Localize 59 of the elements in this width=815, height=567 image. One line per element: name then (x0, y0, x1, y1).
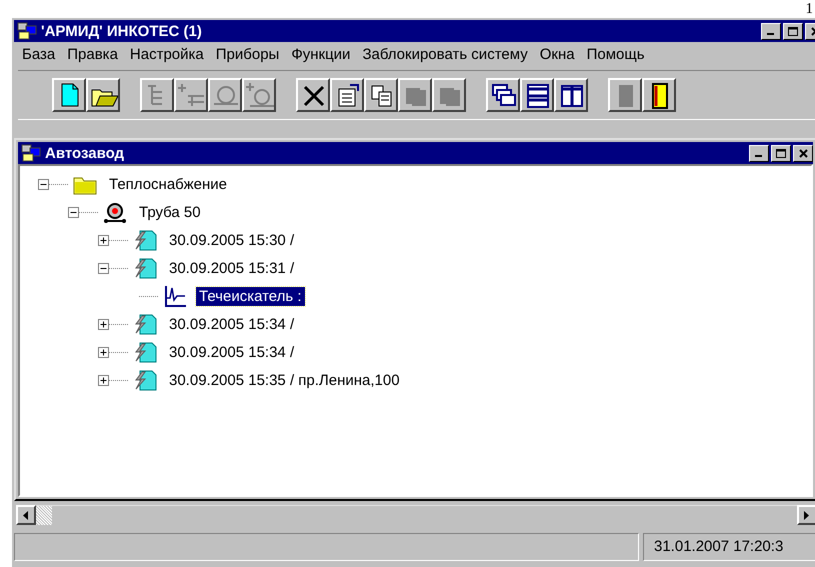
lightning-sheet-icon (135, 230, 156, 250)
tree-item[interactable]: 30.09.2005 15:30 / (166, 230, 298, 250)
scroll-right-button[interactable] (797, 505, 815, 525)
toolbar-button[interactable] (52, 78, 86, 112)
minimize-button[interactable] (761, 22, 781, 40)
menu-item[interactable]: Помощь (580, 46, 651, 62)
tree-item[interactable]: Труба 50 (136, 202, 204, 222)
expand-toggle[interactable] (98, 346, 109, 358)
maximize-button[interactable] (771, 144, 791, 162)
child-window-title: Автозавод (45, 144, 126, 162)
expand-toggle[interactable] (98, 262, 109, 274)
toolbar-button[interactable] (554, 78, 588, 112)
folder-icon (74, 178, 96, 194)
minimize-button[interactable] (749, 144, 769, 162)
maximize-icon (776, 148, 786, 158)
menu-item[interactable]: Настройка (124, 46, 210, 62)
app-icon (17, 22, 37, 40)
maximize-button[interactable] (783, 22, 803, 40)
toolbar-button[interactable] (86, 78, 120, 112)
toolbar-button[interactable] (296, 78, 330, 112)
waveform-graph-icon (165, 286, 186, 307)
expand-toggle[interactable] (68, 206, 79, 218)
maximize-icon (788, 26, 798, 36)
lightning-sheet-icon (135, 258, 156, 278)
tree-item[interactable]: 30.09.2005 15:34 / (166, 342, 298, 362)
left-arrow-icon (23, 510, 29, 520)
menu-item[interactable]: Правка (61, 46, 124, 62)
menu-item[interactable]: Заблокировать систему (356, 46, 534, 62)
page-number: 1 (806, 0, 813, 18)
toolbar-button[interactable] (330, 78, 364, 112)
tree-item[interactable]: 30.09.2005 15:34 / (166, 314, 298, 334)
lightning-sheet-icon (135, 370, 156, 390)
gauge-icon (104, 203, 126, 223)
window-title: 'АРМИД' ИНКОТЕС (1) (41, 22, 203, 40)
expand-toggle[interactable] (38, 178, 49, 190)
close-button[interactable] (793, 144, 813, 162)
toolbar-button[interactable] (520, 78, 554, 112)
add-gauge-icon (244, 80, 274, 110)
scroll-left-button[interactable] (16, 505, 36, 525)
tree-item[interactable]: 30.09.2005 15:35 / пр.Ленина,100 (166, 370, 403, 390)
close-icon (798, 148, 808, 158)
status-clock: 31.01.2007 17:20:3 (653, 537, 784, 557)
menu-item[interactable]: Окна (534, 46, 581, 62)
lightning-sheet-icon (135, 342, 156, 362)
expand-toggle[interactable] (98, 318, 109, 330)
toolbar-button[interactable] (486, 78, 520, 112)
menu-item[interactable]: База (16, 46, 62, 62)
menu-item[interactable]: Приборы (210, 46, 286, 62)
expand-toggle[interactable] (98, 374, 109, 386)
expand-toggle[interactable] (98, 234, 109, 246)
lightning-sheet-icon (135, 314, 156, 334)
tree-item[interactable]: Теплоснабжение (106, 174, 230, 194)
menu-item[interactable]: Функции (285, 46, 356, 62)
toolbar-button[interactable] (364, 78, 398, 112)
tree-item[interactable]: Течеискатель : (196, 286, 305, 306)
toolbar-button[interactable] (642, 78, 676, 112)
tree-item[interactable]: 30.09.2005 15:31 / (166, 258, 298, 278)
app-icon (21, 144, 41, 162)
right-arrow-icon (804, 510, 810, 520)
